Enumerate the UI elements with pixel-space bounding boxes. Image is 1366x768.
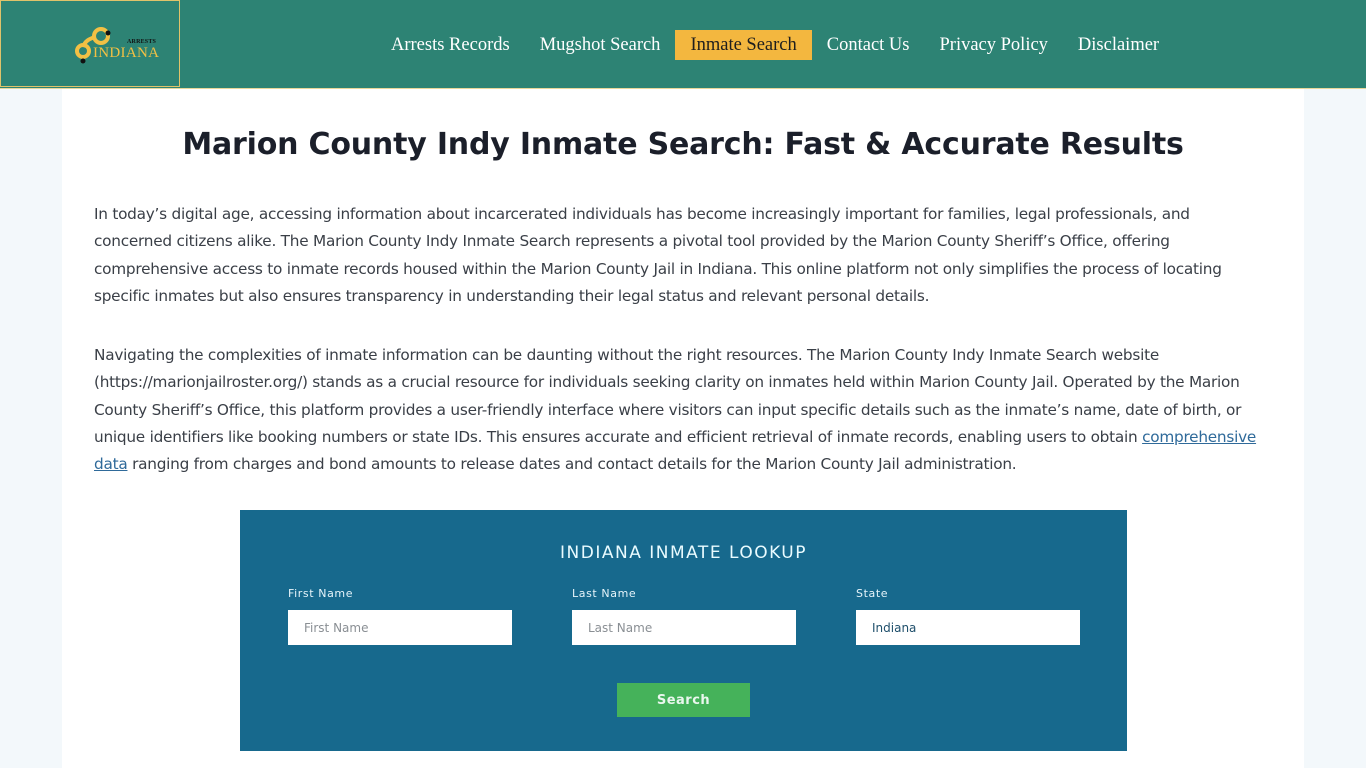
state-group: State (856, 587, 1080, 645)
site-header: ARRESTS INDIANA Arrests Records Mugshot … (0, 0, 1366, 89)
first-name-group: First Name (288, 587, 512, 645)
main-nav: Arrests Records Mugshot Search Inmate Se… (376, 30, 1174, 60)
last-name-group: Last Name (572, 587, 796, 645)
page-title: Marion County Indy Inmate Search: Fast &… (182, 127, 1184, 162)
second-paragraph: Navigating the complexities of inmate in… (94, 342, 1264, 478)
nav-mugshot-search[interactable]: Mugshot Search (525, 30, 676, 60)
inmate-lookup-form: INDIANA INMATE LOOKUP First Name Last Na… (240, 510, 1127, 751)
nav-privacy-policy[interactable]: Privacy Policy (925, 30, 1063, 60)
logo-text: INDIANA (93, 45, 160, 61)
nav-contact-us[interactable]: Contact Us (812, 30, 925, 60)
intro-paragraph: In today’s digital age, accessing inform… (94, 205, 1222, 305)
lookup-title: INDIANA INMATE LOOKUP (560, 543, 807, 563)
paragraph-text: Navigating the complexities of inmate in… (94, 346, 1242, 446)
search-button[interactable]: Search (617, 683, 750, 717)
paragraph-text: ranging from charges and bond amounts to… (127, 455, 1017, 474)
nav-inmate-search[interactable]: Inmate Search (675, 30, 812, 60)
first-name-label: First Name (288, 587, 354, 600)
nav-disclaimer[interactable]: Disclaimer (1063, 30, 1174, 60)
main-content: Marion County Indy Inmate Search: Fast &… (62, 89, 1304, 768)
state-label: State (856, 587, 889, 600)
last-name-label: Last Name (572, 587, 637, 600)
nav-arrests-records[interactable]: Arrests Records (376, 30, 525, 60)
first-name-input[interactable] (288, 610, 512, 645)
state-input[interactable] (856, 610, 1080, 645)
last-name-input[interactable] (572, 610, 796, 645)
site-logo[interactable]: ARRESTS INDIANA (0, 0, 180, 87)
